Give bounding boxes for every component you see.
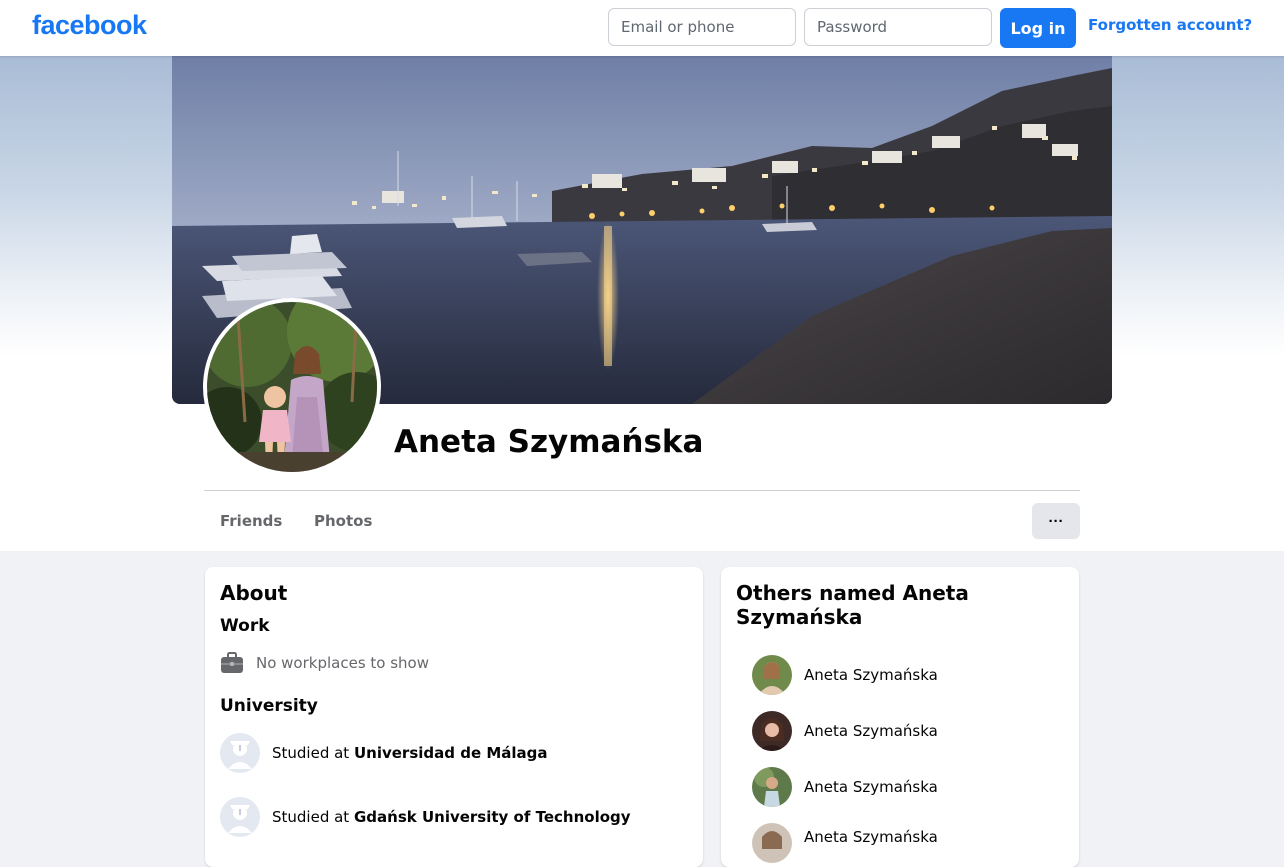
university-name[interactable]: Gdańsk University of Technology [354,808,631,826]
tab-friends[interactable]: Friends [220,508,282,534]
no-workplaces-text: No workplaces to show [256,654,429,672]
person-name: Aneta Szymańska [804,666,938,684]
university-title: University [220,696,318,716]
avatar [752,767,792,807]
person-name: Aneta Szymańska [804,722,938,740]
list-item[interactable]: Aneta Szymańska [752,655,938,695]
profile-picture[interactable] [203,298,381,476]
work-title: Work [220,616,270,636]
avatar [752,711,792,751]
more-icon: ··· [1048,513,1064,530]
briefcase-icon [221,652,243,673]
university-entry: Studied at Universidad de Málaga [272,744,548,762]
header-divider [204,490,1080,491]
work-row: No workplaces to show [220,652,429,674]
university-entry: Studied at Gdańsk University of Technolo… [272,808,631,826]
avatar [752,655,792,695]
list-item[interactable]: Aneta Szymańska [752,711,938,751]
graduation-icon [220,797,260,837]
others-named-card: Others named Aneta Szymańska Aneta Szyma… [721,567,1079,867]
avatar [752,823,792,863]
university-row: Studied at Universidad de Málaga [220,733,548,773]
list-item[interactable]: Aneta Szymańska [752,767,938,807]
person-name: Aneta Szymańska [804,828,938,846]
about-card: About Work No workplaces to show Univers… [205,567,703,867]
login-button[interactable]: Log in [1000,8,1076,48]
facebook-logo[interactable]: facebook [32,10,147,41]
profile-photo [207,302,377,472]
password-field[interactable] [804,8,992,46]
university-row: Studied at Gdańsk University of Technolo… [220,797,631,837]
graduation-icon [220,733,260,773]
email-field[interactable] [608,8,796,46]
more-options-button[interactable]: ··· [1032,503,1080,539]
profile-name: Aneta Szymańska [394,424,704,460]
about-title: About [220,581,288,605]
person-name: Aneta Szymańska [804,778,938,796]
list-item[interactable]: Aneta Szymańska [752,823,938,863]
forgotten-account-link[interactable]: Forgotten account? [1088,16,1252,34]
header-backdrop-right [1112,56,1284,356]
studied-at-label: Studied at [272,744,350,762]
studied-at-label: Studied at [272,808,350,826]
tab-photos[interactable]: Photos [314,508,372,534]
top-navigation-bar: facebook Log in Forgotten account? [0,0,1284,56]
header-backdrop-left [0,56,172,356]
university-name[interactable]: Universidad de Málaga [354,744,548,762]
others-named-title: Others named Aneta Szymańska [736,581,969,629]
